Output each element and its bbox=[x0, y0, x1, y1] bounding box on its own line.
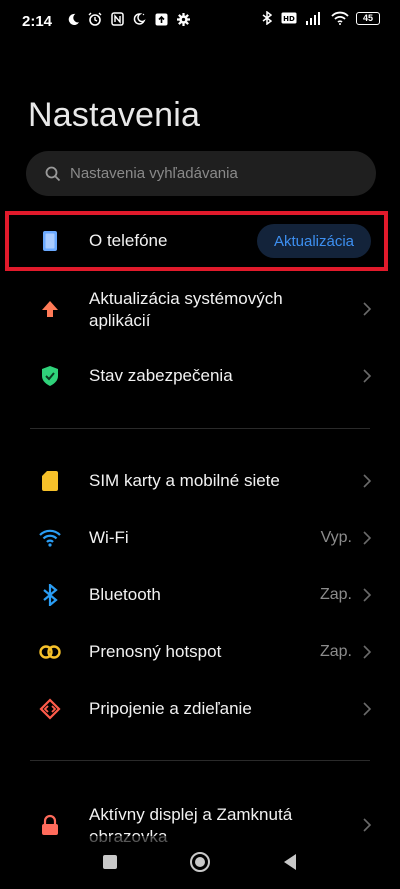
signal-icon bbox=[304, 11, 324, 25]
chevron-right-icon bbox=[363, 818, 372, 832]
volte-icon: HD bbox=[281, 11, 297, 25]
shield-check-icon bbox=[38, 364, 62, 388]
highlight-box bbox=[5, 211, 388, 271]
upload-icon bbox=[154, 12, 168, 26]
square-icon bbox=[103, 855, 117, 869]
settings-item-sim-cards[interactable]: SIM karty a mobilné siete bbox=[0, 460, 400, 502]
search-icon bbox=[45, 166, 61, 181]
chevron-right-icon bbox=[363, 369, 372, 383]
divider bbox=[30, 428, 370, 429]
navigation-bar bbox=[0, 836, 400, 889]
arrow-up-icon bbox=[38, 297, 62, 321]
chevron-right-icon bbox=[363, 645, 372, 659]
connection-share-icon bbox=[38, 697, 62, 721]
back-button[interactable] bbox=[278, 850, 302, 874]
home-button[interactable] bbox=[188, 850, 212, 874]
circle-icon bbox=[190, 852, 210, 872]
item-value: Vyp. bbox=[320, 529, 352, 546]
item-label: Stav zabezpečenia bbox=[89, 366, 233, 385]
night-icon bbox=[132, 12, 146, 26]
settings-item-connection-sharing[interactable]: Pripojenie a zdieľanie bbox=[0, 688, 400, 730]
chevron-right-icon bbox=[363, 588, 372, 602]
gear-icon bbox=[176, 12, 190, 26]
item-label-line1: Aktívny displej a Zamknutá bbox=[89, 805, 293, 824]
settings-item-hotspot[interactable]: Prenosný hotspot Zap. bbox=[0, 631, 400, 673]
moon-icon bbox=[66, 12, 80, 26]
settings-item-bluetooth[interactable]: Bluetooth Zap. bbox=[0, 574, 400, 616]
settings-item-security-status[interactable]: Stav zabezpečenia bbox=[0, 355, 400, 397]
divider bbox=[30, 760, 370, 761]
bluetooth-icon bbox=[38, 583, 62, 607]
triangle-back-icon bbox=[284, 854, 296, 870]
search-placeholder: Nastavenia vyhľadávania bbox=[70, 165, 238, 182]
nfc-icon bbox=[110, 12, 124, 26]
bluetooth-icon bbox=[260, 11, 274, 25]
item-label: Wi-Fi bbox=[89, 528, 129, 547]
svg-text:HD: HD bbox=[283, 15, 295, 23]
settings-item-wifi[interactable]: Wi-Fi Vyp. bbox=[0, 517, 400, 559]
recents-button[interactable] bbox=[98, 850, 122, 874]
status-time: 2:14 bbox=[22, 13, 53, 30]
wifi-icon bbox=[38, 526, 62, 550]
item-value: Zap. bbox=[319, 643, 352, 660]
search-bar[interactable]: Nastavenia vyhľadávania bbox=[26, 151, 376, 196]
chevron-right-icon bbox=[363, 302, 372, 316]
item-label: Bluetooth bbox=[89, 585, 161, 604]
hotspot-icon bbox=[38, 640, 62, 664]
page-title: Nastavenia bbox=[28, 96, 201, 134]
status-bar: 2:14 HD 45 bbox=[0, 0, 400, 42]
item-label-line1: Aktualizácia systémových bbox=[89, 289, 283, 308]
chevron-right-icon bbox=[363, 531, 372, 545]
lock-icon bbox=[38, 813, 62, 837]
item-label-line2: aplikácií bbox=[89, 311, 151, 330]
battery-icon: 45 bbox=[356, 11, 380, 25]
wifi-icon bbox=[331, 11, 349, 25]
item-label: SIM karty a mobilné siete bbox=[89, 471, 280, 490]
item-label: Pripojenie a zdieľanie bbox=[89, 699, 252, 718]
item-label: Prenosný hotspot bbox=[89, 642, 222, 661]
sim-card-icon bbox=[38, 469, 62, 493]
item-value: Zap. bbox=[319, 586, 352, 603]
settings-item-system-apps-update[interactable]: Aktualizácia systémových aplikácií bbox=[0, 284, 400, 334]
chevron-right-icon bbox=[363, 474, 372, 488]
alarm-icon bbox=[88, 12, 102, 26]
chevron-right-icon bbox=[363, 702, 372, 716]
